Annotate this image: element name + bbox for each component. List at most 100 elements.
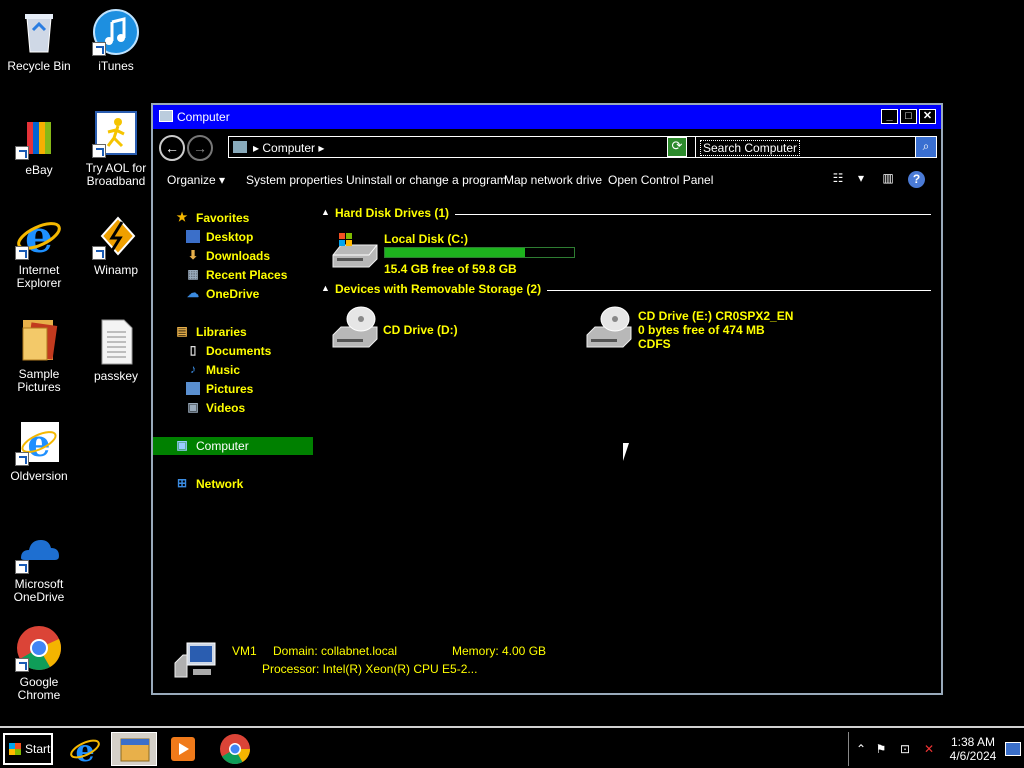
shortcut-arrow-icon [15,658,29,672]
back-button[interactable]: ← [159,135,185,161]
minimize-button[interactable]: _ [881,109,898,124]
desktop-icon-onedrive[interactable]: Microsoft OneDrive [1,526,77,604]
desktop-icon-itunes[interactable]: iTunes [78,8,154,73]
desktop-icon-google-chrome[interactable]: Google Chrome [1,624,77,702]
drive-name: CD Drive (E:) CR0SPX2_EN [638,309,794,323]
view-options-icon[interactable]: ☷ [829,171,847,187]
nav-documents[interactable]: ▯ Documents [153,342,313,360]
title-bar[interactable]: Computer _ □ ✕ [153,105,941,129]
desktop-icon-passkey[interactable]: passkey [78,318,154,383]
taskbar-internet-explorer[interactable]: e [62,732,108,768]
search-input[interactable]: Search Computer [695,136,917,158]
taskbar-media-player[interactable] [160,732,206,766]
preview-pane-icon[interactable]: ▥ [879,171,897,187]
desktop-icon-winamp[interactable]: Winamp [78,212,154,277]
chevron-down-icon[interactable]: ▾ [852,171,870,187]
nav-label: Computer [196,439,249,453]
drive-d[interactable]: CD Drive (D:) [331,305,531,353]
drive-e[interactable]: CD Drive (E:) CR0SPX2_EN 0 bytes free of… [585,305,845,353]
command-bar: Organize ▾ System properties Uninstall o… [153,169,941,191]
window-title: Computer [177,110,230,124]
recycle-bin-icon [15,8,63,56]
desktop-icon-aol[interactable]: Try AOL for Broadband [78,110,154,188]
organize-label: Organize [167,173,216,187]
nav-label: Documents [206,344,272,358]
itunes-icon [92,8,140,56]
drive-c[interactable]: Local Disk (C:) 15.4 GB free of 59.8 GB [331,227,591,276]
refresh-button[interactable]: ⟳ [667,137,687,157]
clock[interactable]: 1:38 AM 4/6/2024 [943,735,1003,763]
nav-desktop[interactable]: Desktop [153,228,313,246]
nav-onedrive[interactable]: ☁ OneDrive [153,285,313,303]
taskbar-file-explorer[interactable] [111,732,157,766]
chrome-icon [15,624,63,672]
drive-free-space: 0 bytes free of 474 MB [638,323,765,337]
breadcrumb[interactable]: ▸ Computer ▸ [253,141,324,155]
shortcut-arrow-icon [92,246,106,260]
drive-name: Local Disk (C:) [384,232,469,246]
computer-memory: Memory: 4.00 GB [452,644,547,658]
computer-icon [173,641,217,681]
desktop-icon-recycle-bin[interactable]: Recycle Bin [1,8,77,73]
close-button[interactable]: ✕ [919,109,936,124]
desktop-icon-sample-pictures[interactable]: Sample Pictures [1,316,77,394]
map-network-drive-button[interactable]: Map network drive [504,173,602,187]
desktop-icon-internet-explorer[interactable]: e Internet Explorer [1,212,77,290]
search-icon[interactable]: ⌕ [915,136,937,158]
open-control-panel-button[interactable]: Open Control Panel [608,173,713,187]
libraries-icon: ▤ [176,324,188,338]
nav-pictures[interactable]: Pictures [153,380,313,398]
chrome-icon [220,734,250,765]
clock-date: 4/6/2024 [949,749,997,763]
system-properties-button[interactable]: System properties [246,173,343,187]
svg-text:e: e [25,212,53,260]
group-label: Devices with Removable Storage (2) [335,282,548,296]
file-explorer-icon [120,738,150,762]
internet-explorer-icon: e [15,418,63,466]
computer-processor: Processor: Intel(R) Xeon(R) CPU E5-2... [262,662,478,676]
nav-recent-places[interactable]: ▦ Recent Places [153,266,313,284]
collapse-icon[interactable]: ▲ [321,207,330,217]
collapse-icon[interactable]: ▲ [321,283,330,293]
help-icon[interactable]: ? [908,171,925,188]
explorer-window[interactable]: Computer _ □ ✕ ← → ▸ Computer ▸ ▽ ⟳ Sear… [151,103,943,695]
group-removable-storage[interactable]: ▲ Devices with Removable Storage (2) [319,281,939,297]
organize-button[interactable]: Organize ▾ [167,173,225,187]
documents-icon: ▯ [189,343,197,357]
windows-logo-icon [9,743,21,755]
desktop-icon-ebay[interactable]: eBay [1,112,77,177]
network-icon: ⊞ [176,476,188,490]
nav-downloads[interactable]: ⬇ Downloads [153,247,313,265]
start-button[interactable]: Start [3,733,53,765]
network-icon[interactable]: ⊡ [897,742,913,756]
uninstall-button[interactable]: Uninstall or change a program [346,173,507,187]
breadcrumb-computer[interactable]: Computer [262,141,315,155]
nav-label: Libraries [196,325,247,339]
shortcut-arrow-icon [15,560,29,574]
nav-network[interactable]: ⊞ Network [153,475,313,493]
nav-favorites[interactable]: ★ Favorites [153,209,313,227]
hard-disk-icon [331,227,379,271]
mouse-cursor-icon [623,443,635,461]
forward-button[interactable]: → [187,135,213,161]
internet-explorer-icon: e [70,734,100,768]
maximize-button[interactable]: □ [900,109,917,124]
nav-computer[interactable]: ▣ Computer [153,437,313,455]
group-label: Hard Disk Drives (1) [335,206,456,220]
desktop-icon [186,230,200,243]
nav-libraries[interactable]: ▤ Libraries [153,323,313,341]
clock-time: 1:38 AM [950,735,996,749]
computer-icon [233,141,247,153]
show-hidden-icons-icon[interactable]: ⌃ [853,742,869,756]
drive-usage-fill [385,248,525,257]
action-center-flag-icon[interactable]: ⚑ [873,742,889,756]
nav-videos[interactable]: ▣ Videos [153,399,313,417]
taskbar-chrome[interactable] [212,732,258,766]
downloads-icon: ⬇ [187,248,199,262]
group-hard-disk-drives[interactable]: ▲ Hard Disk Drives (1) [319,205,939,221]
nav-music[interactable]: ♪ Music [153,361,313,379]
show-desktop-icon[interactable] [1005,742,1021,756]
desktop-icon-oldversion[interactable]: e Oldversion [1,418,77,483]
star-icon: ★ [176,210,188,224]
volume-muted-icon[interactable]: ✕ [921,742,937,756]
